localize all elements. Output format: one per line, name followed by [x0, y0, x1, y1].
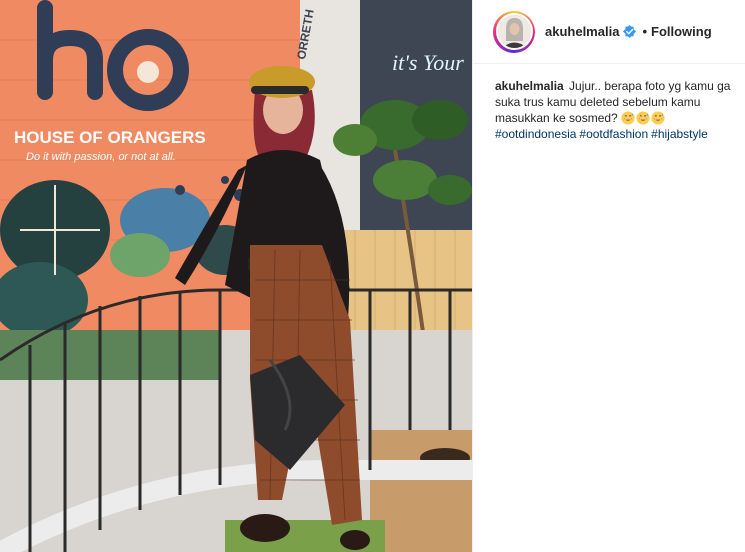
hashtag-link[interactable]: #ootdindonesia	[495, 127, 576, 141]
post-caption: akuhelmalia Jujur.. berapa foto yg kamu …	[473, 64, 745, 142]
post-sidebar: akuhelmalia • Following akuhelmalia Juju…	[472, 0, 745, 552]
hashtag-link[interactable]: #hijabstyle	[651, 127, 708, 141]
following-button[interactable]: Following	[651, 24, 712, 39]
post-photo[interactable]: HOUSE OF ORANGERS Do it with passion, or…	[0, 0, 472, 552]
header-separator: •	[642, 24, 647, 39]
grinning-sweat-emoji-icon	[636, 111, 650, 125]
wood-planter	[370, 430, 472, 552]
caption-emojis	[621, 111, 666, 125]
verified-badge-icon	[623, 25, 637, 38]
mural-brand: HOUSE OF ORANGERS	[14, 128, 206, 147]
header-username[interactable]: akuhelmalia	[545, 24, 619, 39]
grinning-sweat-emoji-icon	[651, 111, 665, 125]
avatar[interactable]	[495, 13, 533, 50]
right-shoe	[340, 530, 370, 550]
caption-username[interactable]: akuhelmalia	[495, 79, 564, 93]
caption-hashtags: #ootdindonesia #ootdfashion #hijabstyle	[495, 126, 733, 142]
mural-tagline: Do it with passion, or not at all.	[26, 151, 176, 163]
grinning-sweat-emoji-icon	[621, 111, 635, 125]
avatar-image	[497, 15, 531, 48]
photo-scene: HOUSE OF ORANGERS Do it with passion, or…	[0, 0, 472, 552]
story-ring[interactable]	[493, 10, 535, 53]
hashtag-link[interactable]: #ootdfashion	[579, 127, 648, 141]
neon-sign: it's Your	[392, 50, 464, 75]
post-header: akuhelmalia • Following	[473, 0, 745, 64]
left-shoe	[240, 514, 290, 542]
